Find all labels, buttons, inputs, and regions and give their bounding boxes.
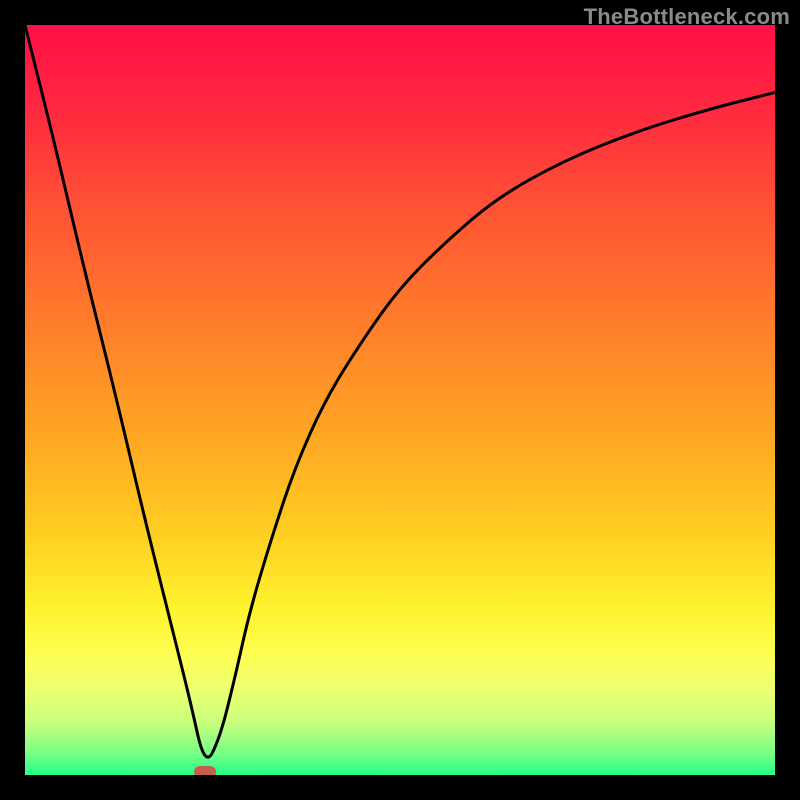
optimum-marker (194, 766, 216, 775)
chart-frame: TheBottleneck.com (0, 0, 800, 800)
bottleneck-curve (25, 25, 775, 775)
plot-area (25, 25, 775, 775)
curve-path (25, 25, 775, 757)
watermark-label: TheBottleneck.com (584, 4, 790, 30)
